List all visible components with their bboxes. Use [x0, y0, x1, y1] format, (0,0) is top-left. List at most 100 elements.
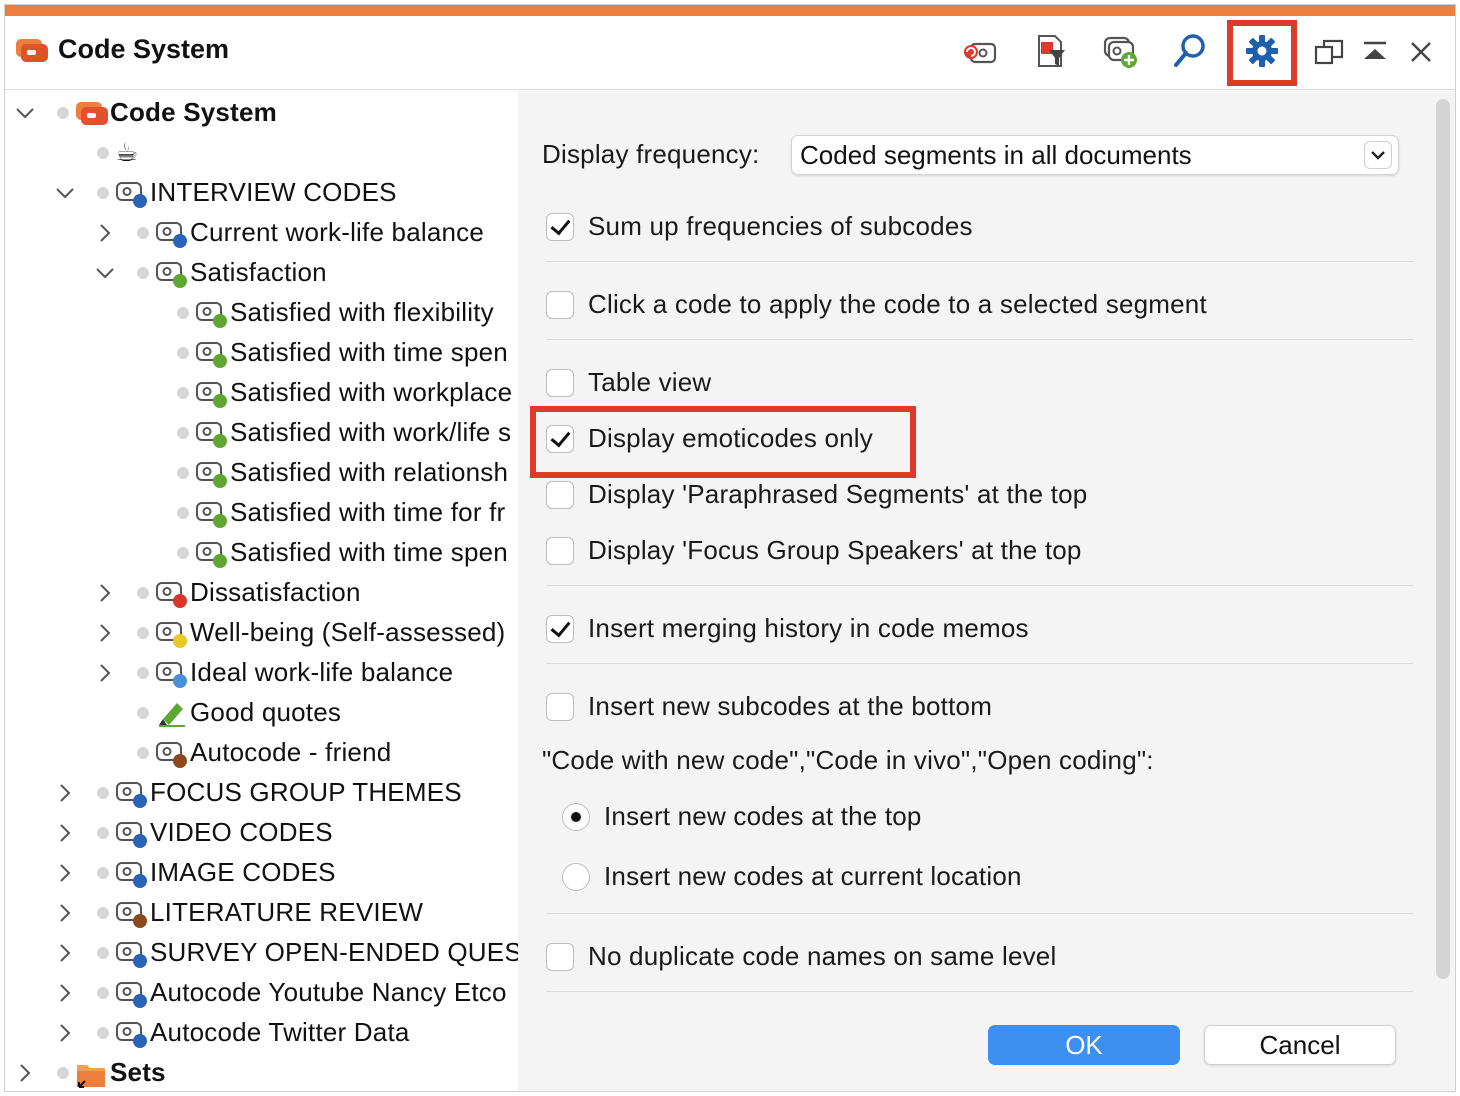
chevron-right-icon[interactable] [53, 1021, 77, 1045]
code-icon-lightblue [156, 662, 187, 688]
code-icon-green [196, 302, 227, 328]
subcodes-bottom-checkbox[interactable] [546, 693, 574, 721]
tree-item-coffee[interactable]: ☕ [5, 133, 518, 173]
display-frequency-label: Display frequency: [542, 139, 760, 169]
status-dot [137, 587, 149, 599]
tree-item-autocode-friend[interactable]: Autocode - friend [5, 733, 518, 773]
tree-label: Good quotes [190, 697, 342, 727]
tree-label: Satisfied with flexibility [230, 297, 494, 327]
chevron-right-icon[interactable] [53, 821, 77, 845]
filter-icon [1038, 35, 1065, 67]
no-duplicate-checkbox[interactable] [546, 943, 574, 971]
merging-history-checkbox[interactable] [546, 615, 574, 643]
tree-item-current-worklife[interactable]: Current work-life balance [5, 213, 518, 253]
tree-item-satisfied-6[interactable]: Satisfied with time for fr [5, 493, 518, 533]
collapse-button[interactable] [1357, 34, 1393, 70]
tree-item-satisfied-2[interactable]: Satisfied with time spen [5, 333, 518, 373]
cancel-button[interactable]: Cancel [1204, 1025, 1396, 1065]
tree-item-satisfied-7[interactable]: Satisfied with time spen [5, 533, 518, 573]
paraphrased-top-checkbox[interactable] [546, 481, 574, 509]
table-view-checkbox[interactable] [546, 369, 574, 397]
tree-item-sets[interactable]: Sets [5, 1053, 518, 1091]
sum-up-label: Sum up frequencies of subcodes [588, 211, 973, 241]
tree-label: Satisfaction [190, 257, 327, 287]
code-icon-yellow [156, 622, 187, 648]
code-icon-green [156, 262, 187, 288]
chevron-right-icon[interactable] [53, 781, 77, 805]
tree-item-wellbeing[interactable]: Well-being (Self-assessed) [5, 613, 518, 653]
status-dot [177, 387, 189, 399]
tree-item-satisfaction[interactable]: Satisfaction [5, 253, 518, 293]
filter-button[interactable] [1025, 26, 1075, 76]
tree-label: Current work-life balance [190, 217, 485, 247]
code-icon-blue [116, 822, 147, 848]
status-dot [177, 547, 189, 559]
new-code-button[interactable] [1095, 26, 1145, 76]
code-icon-green [196, 502, 227, 528]
chevron-down-icon[interactable] [93, 261, 117, 285]
scrollbar[interactable] [1436, 99, 1450, 979]
tree-item-image[interactable]: IMAGE CODES [5, 853, 518, 893]
code-icon-blue [156, 222, 187, 248]
tree-label: Well-being (Self-assessed) [190, 617, 506, 647]
tree-label: Autocode Twitter Data [150, 1017, 410, 1047]
tree-item-good-quotes[interactable]: Good quotes [5, 693, 518, 733]
tree-item-literature[interactable]: LITERATURE REVIEW [5, 893, 518, 933]
chevron-right-icon[interactable] [13, 1061, 37, 1085]
tree-item-focus-group[interactable]: FOCUS GROUP THEMES [5, 773, 518, 813]
click-apply-checkbox[interactable] [546, 291, 574, 319]
tree-item-satisfied-3[interactable]: Satisfied with workplace [5, 373, 518, 413]
insert-current-radio[interactable] [562, 863, 590, 891]
divider [546, 261, 1413, 262]
tree-item-code-system[interactable]: Code System [5, 93, 518, 133]
chevron-right-icon[interactable] [93, 581, 117, 605]
reset-filter-button[interactable] [955, 26, 1005, 76]
tree-item-ideal[interactable]: Ideal work-life balance [5, 653, 518, 693]
settings-panel: Display frequency: Coded segments in all… [518, 91, 1455, 1091]
close-button[interactable] [1403, 34, 1439, 70]
tree-item-survey[interactable]: SURVEY OPEN-ENDED QUEST [5, 933, 518, 973]
tree-item-interview-codes[interactable]: INTERVIEW CODES [5, 173, 518, 213]
insert-current-label: Insert new codes at current location [604, 861, 1022, 891]
highlighter-icon [159, 703, 185, 727]
tree-label: IMAGE CODES [150, 857, 336, 887]
status-dot [137, 627, 149, 639]
tree-label: FOCUS GROUP THEMES [150, 777, 462, 807]
tree-item-satisfied-5[interactable]: Satisfied with relationsh [5, 453, 518, 493]
code-icon-blue [116, 782, 147, 808]
status-dot [137, 227, 149, 239]
chevron-down-icon[interactable] [13, 101, 37, 125]
click-apply-label: Click a code to apply the code to a sele… [588, 289, 1207, 319]
focus-speakers-top-checkbox[interactable] [546, 537, 574, 565]
chevron-right-icon[interactable] [93, 661, 117, 685]
chevron-down-icon[interactable] [53, 181, 77, 205]
chevron-down-icon[interactable] [1364, 141, 1392, 169]
divider [546, 913, 1413, 914]
code-icon-blue [116, 182, 147, 208]
tree-item-autocode-youtube[interactable]: Autocode Youtube Nancy Etco [5, 973, 518, 1013]
tree-item-video[interactable]: VIDEO CODES [5, 813, 518, 853]
tree-item-satisfied-1[interactable]: Satisfied with flexibility [5, 293, 518, 333]
tree-item-dissatisfaction[interactable]: Dissatisfaction [5, 573, 518, 613]
chevron-right-icon[interactable] [53, 861, 77, 885]
tree-item-autocode-twitter[interactable]: Autocode Twitter Data [5, 1013, 518, 1053]
tree-label: Satisfied with work/life s [230, 417, 512, 447]
chevron-right-icon[interactable] [53, 901, 77, 925]
chevron-right-icon[interactable] [93, 221, 117, 245]
status-dot [177, 427, 189, 439]
table-view-label: Table view [588, 367, 712, 397]
window-title: Code System [58, 34, 230, 64]
tree-item-satisfied-4[interactable]: Satisfied with work/life s [5, 413, 518, 453]
sum-up-checkbox[interactable] [546, 213, 574, 241]
search-button[interactable] [1165, 26, 1215, 76]
undock-button[interactable] [1311, 34, 1347, 70]
tree-label: Autocode - friend [190, 737, 392, 767]
code-icon-blue [116, 1022, 147, 1048]
chevron-right-icon[interactable] [53, 981, 77, 1005]
insert-top-radio[interactable] [562, 803, 590, 831]
tree-label: VIDEO CODES [150, 817, 333, 847]
display-frequency-select[interactable]: Coded segments in all documents [791, 135, 1399, 175]
chevron-right-icon[interactable] [93, 621, 117, 645]
chevron-right-icon[interactable] [53, 941, 77, 965]
ok-button[interactable]: OK [988, 1025, 1180, 1065]
